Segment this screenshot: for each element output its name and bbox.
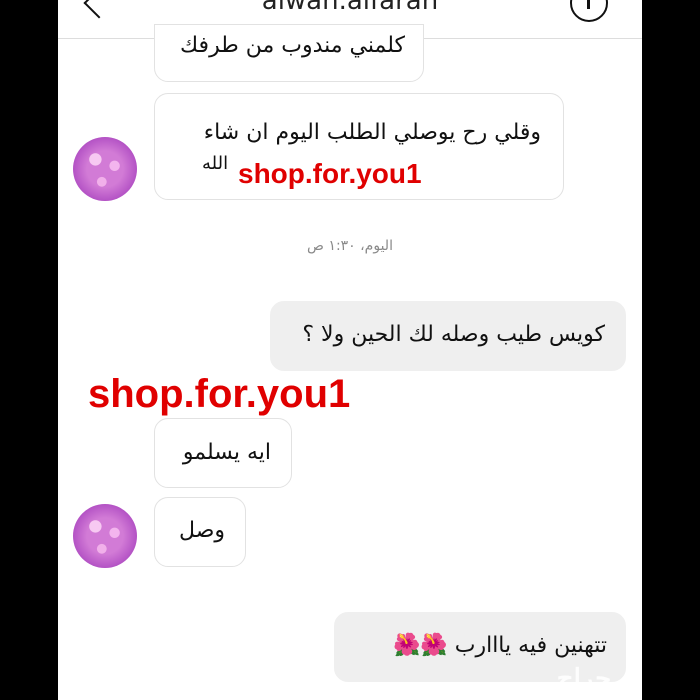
message-bubble-incoming: وصل	[154, 497, 246, 567]
contact-avatar[interactable]	[73, 504, 137, 568]
chat-screen: alwan.alfaran كلمني مندوب من طرفك وقلي ر…	[58, 0, 642, 700]
message-bubble-incoming: ايه يسلمو	[154, 418, 292, 488]
watermark-text: shop.for.you1	[88, 372, 351, 416]
watermark-text: shop.for.you1	[238, 158, 422, 189]
message-timestamp: اليوم، ١:٣٠ ص	[307, 238, 393, 254]
message-text: تتهنين فيه يااارب	[454, 633, 607, 658]
message-text: وصل	[179, 518, 225, 543]
contact-avatar[interactable]	[73, 137, 137, 201]
message-text: ايه يسلمو	[182, 440, 271, 465]
message-text: كويس طيب وصله لك الحين ولا ؟	[302, 322, 605, 347]
message-text: كلمني مندوب من طرفك	[180, 33, 405, 58]
chat-username[interactable]: alwan.alfaran	[58, 0, 642, 16]
info-icon[interactable]	[570, 0, 608, 22]
message-text: وقلي رح يوصلي الطلب اليوم ان شاء	[203, 120, 541, 145]
haraj-logo: حراج	[556, 663, 612, 693]
message-bubble-outgoing: كويس طيب وصله لك الحين ولا ؟	[270, 301, 626, 371]
message-bubble-incoming: كلمني مندوب من طرفك	[154, 24, 424, 82]
hibiscus-emoji-icon: 🌺🌺	[392, 633, 448, 658]
